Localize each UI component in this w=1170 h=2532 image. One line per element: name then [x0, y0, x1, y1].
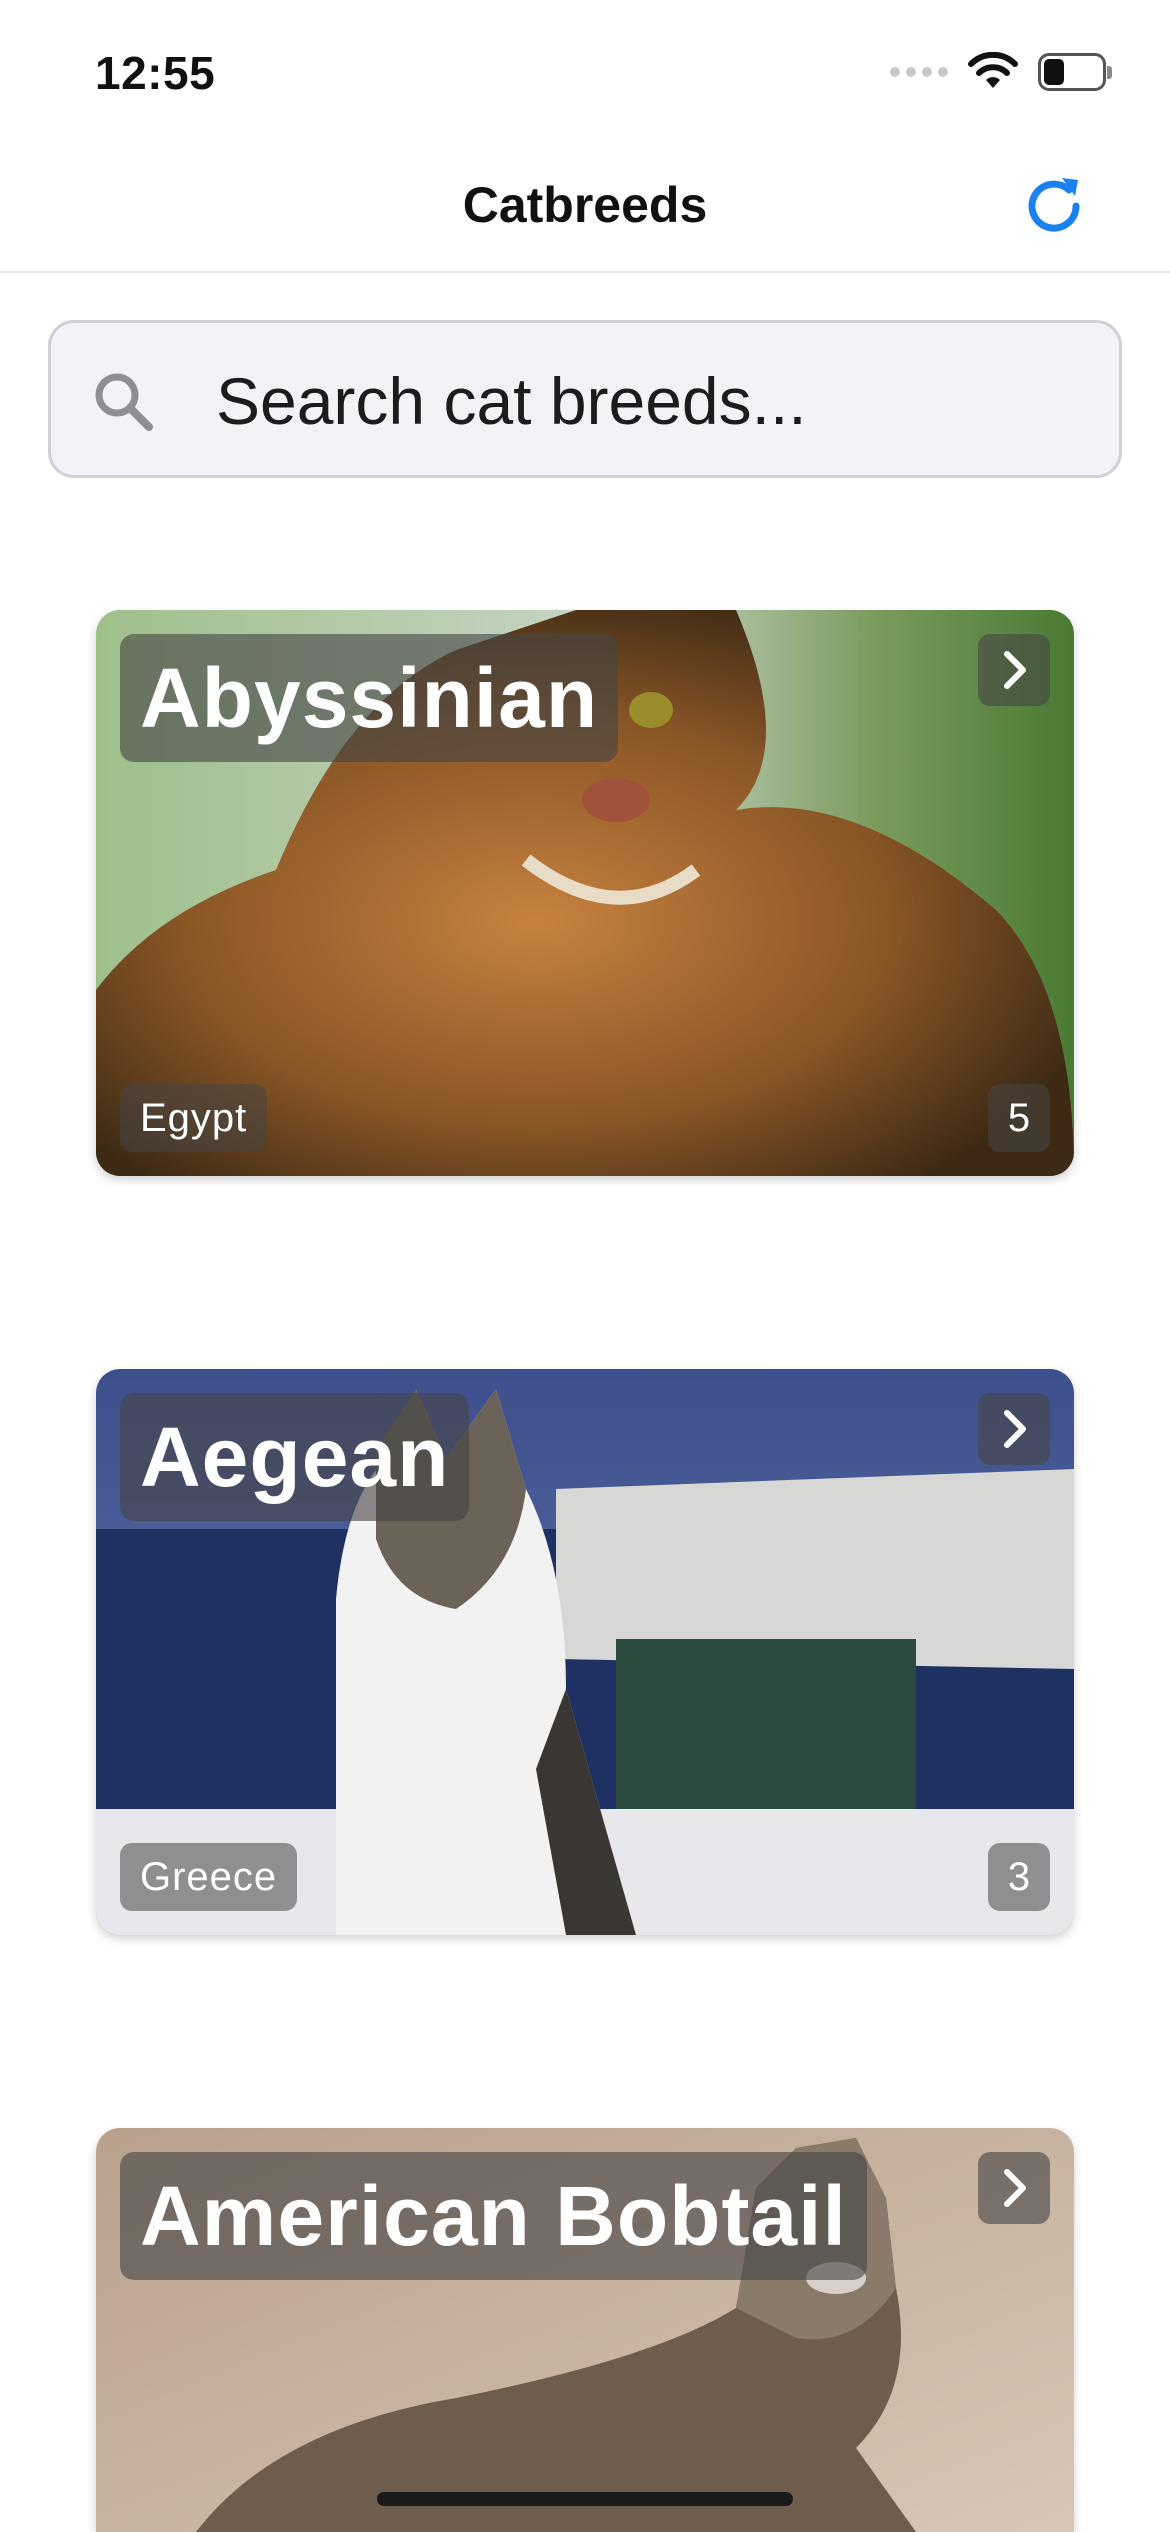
home-indicator[interactable]: [377, 2492, 793, 2506]
signal-icon: [890, 67, 948, 77]
chevron-right-icon[interactable]: [978, 1393, 1050, 1465]
breed-count-badge: 5: [988, 1084, 1050, 1152]
navigation-bar: Catbreeds: [0, 140, 1170, 273]
breed-origin: Greece: [120, 1843, 298, 1911]
breed-card-american-bobtail[interactable]: American Bobtail: [96, 2128, 1074, 2532]
wifi-icon: [968, 52, 1018, 88]
search-icon: [95, 373, 153, 431]
breed-name: Abyssinian: [120, 634, 619, 762]
breed-name: Aegean: [120, 1393, 470, 1521]
breed-origin: Egypt: [120, 1084, 268, 1152]
breed-card-abyssinian[interactable]: Abyssinian Egypt 5: [96, 610, 1074, 1176]
battery-icon: [1038, 53, 1112, 91]
breed-count-badge: 3: [988, 1843, 1050, 1911]
chevron-right-icon[interactable]: [978, 634, 1050, 706]
breed-name: American Bobtail: [120, 2152, 867, 2280]
status-time: 12:55: [95, 47, 216, 99]
search-bar: [48, 320, 1122, 478]
status-bar: 12:55: [0, 0, 1170, 140]
breed-card-aegean[interactable]: Aegean Greece 3: [96, 1369, 1074, 1935]
search-input[interactable]: [216, 361, 1096, 441]
status-indicators: [890, 52, 1112, 92]
refresh-icon[interactable]: [1018, 170, 1090, 242]
chevron-right-icon[interactable]: [978, 2152, 1050, 2224]
page-title: Catbreeds: [462, 177, 708, 233]
